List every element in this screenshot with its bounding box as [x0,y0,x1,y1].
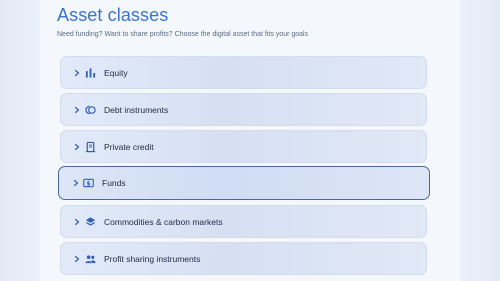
accordion-item-label: Commodities & carbon markets [104,216,223,227]
page-title: Asset classes [57,5,169,25]
svg-text:$: $ [86,180,90,187]
dollar-bill-icon: $ [83,178,94,187]
accordion-item-equity[interactable]: Equity [60,56,427,89]
accordion-item-label: Equity [104,67,128,78]
receipt-icon [85,141,96,152]
people-icon [85,254,96,263]
coins-icon [85,105,96,114]
accordion-item-debt-instruments[interactable]: Debt instruments [60,93,427,126]
chevron-right-icon [74,255,80,262]
accordion-item-label: Profit sharing instruments [104,253,201,264]
accordion-item-commodities-carbon[interactable]: Commodities & carbon markets [60,205,427,238]
chevron-right-icon [74,143,80,150]
accordion-item-label: Private credit [104,141,154,152]
chevron-right-icon [74,218,80,225]
accordion-item-funds[interactable]: $ Funds [58,166,430,200]
accordion-item-label: Funds [102,178,126,188]
accordion-item-private-credit[interactable]: Private credit [60,130,427,163]
accordion-item-profit-sharing[interactable]: Profit sharing instruments [60,242,427,275]
bar-chart-icon [85,67,96,78]
chevron-right-icon [73,179,79,187]
chevron-right-icon [74,106,80,113]
layers-icon [85,216,96,226]
page-subtitle: Need funding? Want to share profits? Cho… [57,31,309,38]
accordion-item-label: Debt instruments [104,104,169,115]
chevron-right-icon [74,69,80,76]
